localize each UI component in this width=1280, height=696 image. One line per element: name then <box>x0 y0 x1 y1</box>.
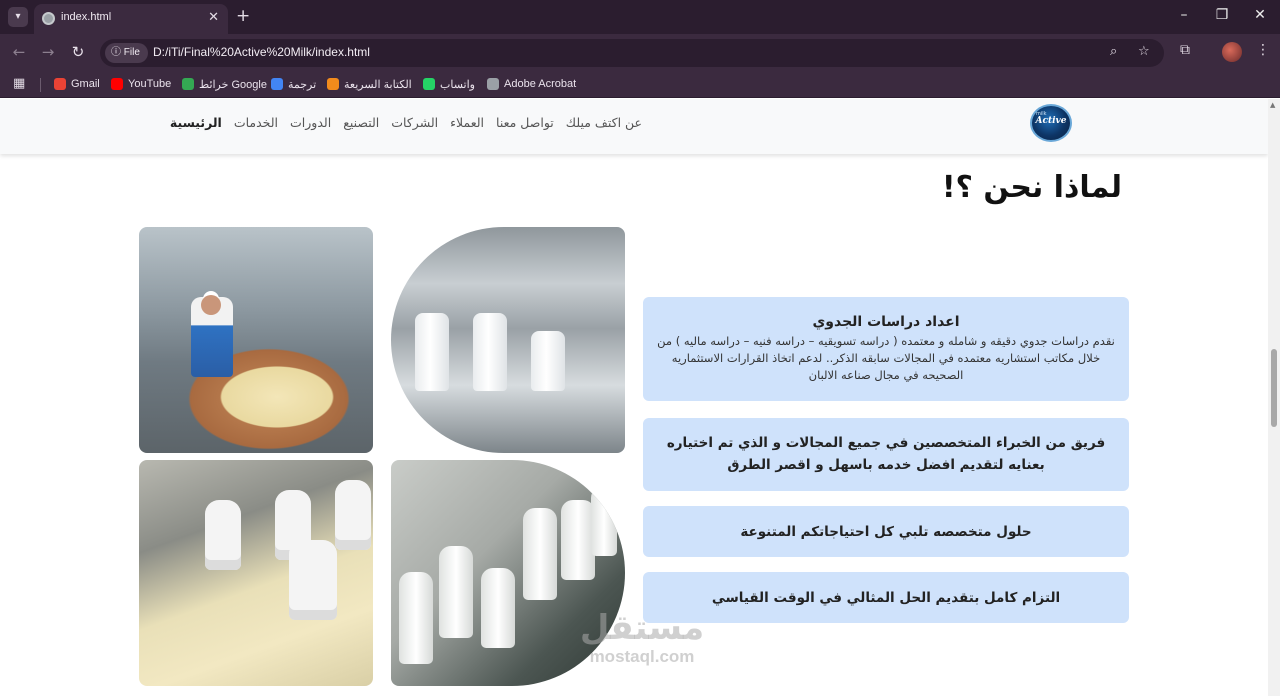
bookmark-whatsapp[interactable]: واتساب <box>423 76 475 92</box>
browser-tab[interactable]: index.html ✕ <box>34 4 228 34</box>
milk-bottle-shape <box>531 331 565 391</box>
cheese-workers-photo <box>139 460 373 686</box>
globe-icon <box>42 12 55 25</box>
tab-search-button[interactable]: ▾ <box>8 7 28 27</box>
bookmark-label: Gmail <box>71 78 100 90</box>
scrollbar-thumb[interactable] <box>1271 349 1277 427</box>
nav-courses[interactable]: الدورات <box>290 115 331 130</box>
feature-card-experts: فريق من الخبراء المتخصصين في جميع المجال… <box>643 418 1129 491</box>
bookmark-label: خرائط Google <box>199 78 267 91</box>
globe-icon <box>487 78 499 90</box>
nav-about[interactable]: عن اكتف ميلك <box>566 115 642 130</box>
page-viewport: الرئيسية الخدمات الدورات التصنيع الشركات… <box>0 99 1268 696</box>
card-title: اعداد دراسات الجدوي <box>812 314 960 330</box>
maximize-button[interactable]: ❐ <box>1212 7 1232 23</box>
bookmark-label: واتساب <box>440 78 475 91</box>
section-title: لماذا نحن ؟! <box>941 170 1122 205</box>
writing-icon <box>327 78 339 90</box>
bookmark-youtube[interactable]: YouTube <box>111 76 171 92</box>
site-info-label: File <box>123 47 140 58</box>
mostaql-watermark: مستقل mostaql.com <box>562 609 722 667</box>
card-text: فريق من الخبراء المتخصصين في جميع المجال… <box>666 435 1106 473</box>
url-text[interactable]: D:/iTi/Final%20Active%20Milk/index.html <box>153 45 370 59</box>
worker-head <box>201 295 221 315</box>
bookmark-quick-writing[interactable]: الكتابة السريعة <box>327 76 412 92</box>
milk-bottle-shape <box>591 486 617 556</box>
bookmark-label: الكتابة السريعة <box>344 78 412 91</box>
nav-contact[interactable]: تواصل معنا <box>496 115 554 130</box>
bookmark-adobe-acrobat[interactable]: Adobe Acrobat <box>487 76 576 92</box>
address-bar[interactable]: ⓘ File D:/iTi/Final%20Active%20Milk/inde… <box>100 39 1164 67</box>
nav-clients[interactable]: العملاء <box>450 115 484 130</box>
worker-figure <box>205 500 241 570</box>
nav-home[interactable]: الرئيسية <box>170 115 222 130</box>
translate-icon <box>271 78 283 90</box>
bookmark-label: ترجمة <box>288 78 317 91</box>
bottling-machine-photo <box>391 227 625 453</box>
menu-icon[interactable]: ⋮ <box>1256 42 1270 58</box>
profile-avatar[interactable] <box>1222 42 1242 62</box>
page-scrollbar[interactable]: ▲ <box>1268 99 1280 696</box>
forward-button[interactable]: → <box>39 43 57 61</box>
milk-bottle-shape <box>481 568 515 648</box>
site-logo[interactable]: milk Active <box>1030 104 1072 142</box>
maps-pin-icon <box>182 78 194 90</box>
milk-bottle-shape <box>415 313 449 391</box>
gmail-icon <box>54 78 66 90</box>
whatsapp-icon <box>423 78 435 90</box>
bookmark-google-maps[interactable]: خرائط Google <box>182 76 267 92</box>
browser-toolbar: ← → ↻ ⓘ File D:/iTi/Final%20Active%20Mil… <box>0 34 1280 70</box>
card-text: حلول متخصصه تلبي كل احتياجاتكم المتنوعة <box>740 524 1032 540</box>
bookmark-gmail[interactable]: Gmail <box>54 76 100 92</box>
worker-figure <box>335 480 371 550</box>
minimize-button[interactable]: – <box>1174 7 1194 23</box>
milk-bottle-shape <box>473 313 507 391</box>
tab-title: index.html <box>61 11 112 23</box>
card-description: نقدم دراسات جدوي دقيقه و شامله و معتمده … <box>657 334 1115 382</box>
bookmarks-bar: ▦ Gmail YouTube خرائط Google ترجمة الكتا… <box>0 70 1280 98</box>
watermark-arabic: مستقل <box>579 608 705 648</box>
bookmark-label: Adobe Acrobat <box>504 78 577 90</box>
bookmark-translate[interactable]: ترجمة <box>271 76 316 92</box>
new-tab-button[interactable]: + <box>236 6 250 26</box>
site-nav-links: الرئيسية الخدمات الدورات التصنيع الشركات… <box>170 115 642 130</box>
milk-bottle-shape <box>523 508 557 600</box>
feature-card-solutions: حلول متخصصه تلبي كل احتياجاتكم المتنوعة <box>643 506 1129 557</box>
reload-button[interactable]: ↻ <box>69 43 87 61</box>
bookmark-star-icon[interactable]: ☆ <box>1138 44 1150 59</box>
milk-bottle-shape <box>399 572 433 664</box>
close-tab-icon[interactable]: ✕ <box>208 10 219 25</box>
worker-figure <box>289 540 337 620</box>
logo-text: Active <box>1035 116 1067 126</box>
nav-services[interactable]: الخدمات <box>234 115 278 130</box>
extensions-icon[interactable]: ⧉ <box>1180 42 1190 58</box>
feature-card-feasibility: اعداد دراسات الجدوي نقدم دراسات جدوي دقي… <box>643 297 1129 401</box>
site-info-chip[interactable]: ⓘ File <box>105 43 148 63</box>
close-window-button[interactable]: ✕ <box>1250 7 1270 23</box>
site-navbar: الرئيسية الخدمات الدورات التصنيع الشركات… <box>0 99 1268 154</box>
nav-manufacturing[interactable]: التصنيع <box>343 115 379 130</box>
bookmarks-divider <box>40 78 41 92</box>
nav-companies[interactable]: الشركات <box>391 115 438 130</box>
browser-tab-strip: ▾ index.html ✕ + – ❐ ✕ <box>0 0 1280 34</box>
cheese-vat-photo <box>139 227 373 453</box>
milk-bottle-shape <box>561 500 595 580</box>
scroll-up-arrow-icon[interactable]: ▲ <box>1270 101 1275 109</box>
zoom-search-icon[interactable]: ⌕ <box>1110 44 1117 59</box>
apps-grid-icon[interactable]: ▦ <box>13 76 25 91</box>
back-button[interactable]: ← <box>10 43 28 61</box>
watermark-latin: mostaql.com <box>589 647 695 666</box>
bookmark-label: YouTube <box>128 78 172 90</box>
card-text: التزام كامل بتقديم الحل المثالي في الوقت… <box>711 590 1061 606</box>
milk-bottle-shape <box>439 546 473 638</box>
youtube-icon <box>111 78 123 90</box>
